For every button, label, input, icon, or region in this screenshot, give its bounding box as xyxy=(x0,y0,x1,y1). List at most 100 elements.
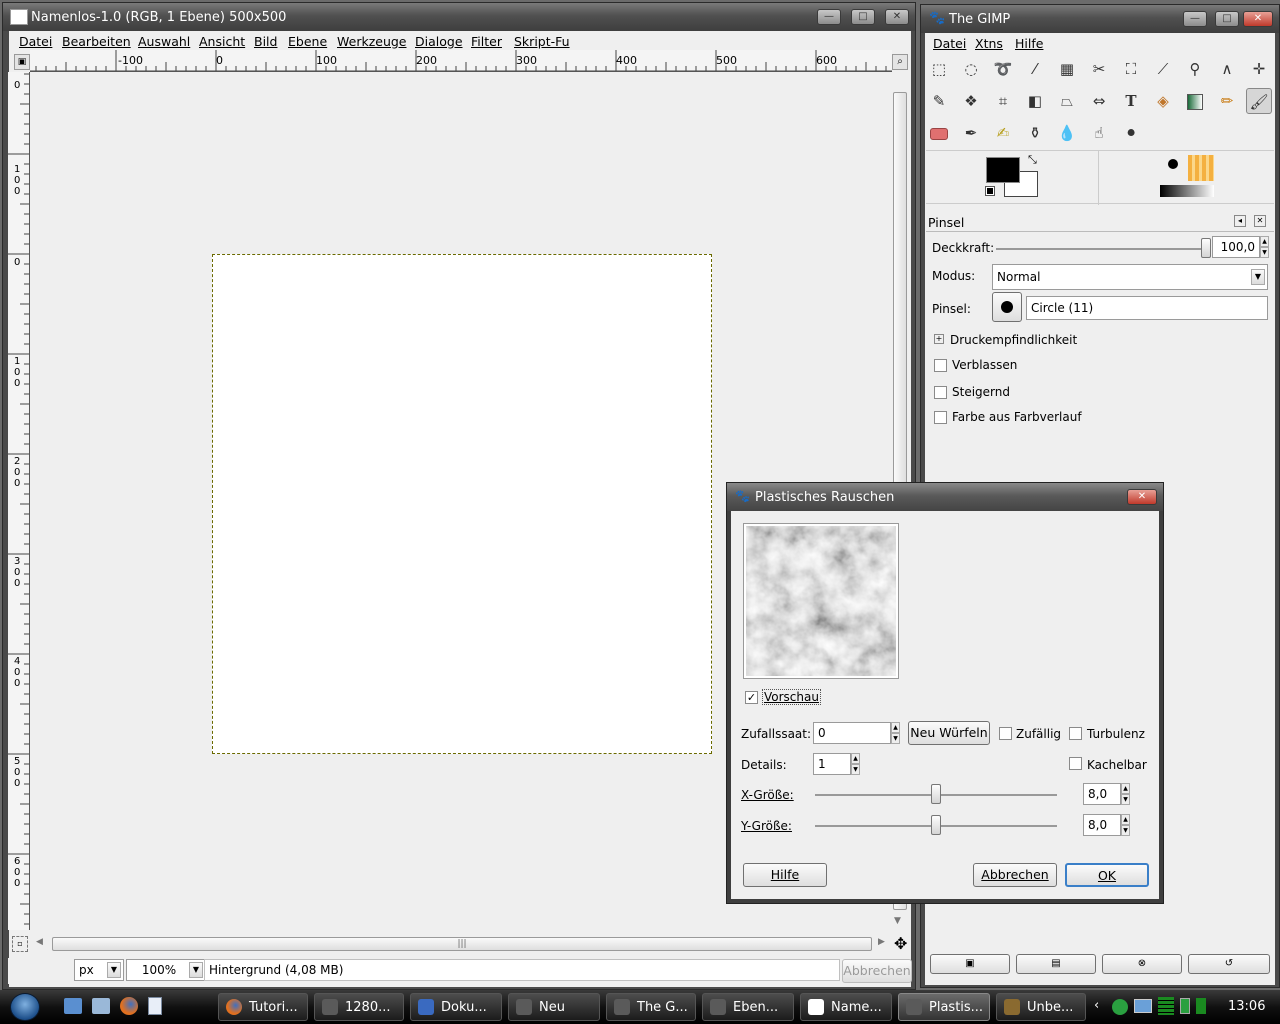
help-button[interactable]: Hilfe xyxy=(743,863,827,887)
maximize-button[interactable]: □ xyxy=(851,9,875,25)
bucket-fill-icon[interactable]: ◈ xyxy=(1150,88,1176,114)
minimize-button[interactable]: — xyxy=(817,9,841,25)
task-button[interactable]: Neu xyxy=(508,993,600,1021)
rect-select-icon[interactable]: ⬚ xyxy=(926,56,952,82)
horizontal-scrollbar[interactable]: ◀ ||| ▶ xyxy=(36,934,890,954)
tray-volume-icon[interactable] xyxy=(1196,998,1206,1014)
gradient-color-checkbox[interactable] xyxy=(934,411,947,424)
scroll-right-icon[interactable]: ▶ xyxy=(878,937,885,947)
task-button[interactable]: Name... xyxy=(800,993,892,1021)
save-options-button[interactable]: ▣ xyxy=(930,954,1010,974)
default-colors-icon[interactable] xyxy=(985,186,995,196)
mode-select[interactable]: Normal ▼ xyxy=(992,264,1268,290)
panel-menu-icon[interactable]: ◂ xyxy=(1234,215,1246,227)
dodge-burn-icon[interactable]: ⚫ xyxy=(1118,120,1144,146)
task-button[interactable]: Doku... xyxy=(410,993,502,1021)
tray-network-icon[interactable] xyxy=(1112,999,1128,1015)
menu-hilfe[interactable]: Hilfe xyxy=(1015,36,1043,51)
opacity-slider-track[interactable] xyxy=(996,248,1206,250)
ok-button[interactable]: OK xyxy=(1065,863,1149,887)
image-window-titlebar[interactable]: Namenlos-1.0 (RGB, 1 Ebene) 500x500 — □ … xyxy=(3,3,915,31)
reset-options-button[interactable]: ↺ xyxy=(1188,954,1270,974)
xsize-spinner[interactable]: ▲ ▼ xyxy=(1121,783,1130,805)
task-button-active[interactable]: Plastis... xyxy=(898,993,990,1021)
tray-meter-icon[interactable] xyxy=(1158,997,1174,1015)
foreground-color-swatch[interactable] xyxy=(986,157,1020,183)
ysize-input[interactable]: 8,0 xyxy=(1083,814,1121,836)
align-icon[interactable]: ❖ xyxy=(958,88,984,114)
select-by-color-icon[interactable]: ▦ xyxy=(1054,56,1080,82)
crop-icon[interactable]: ⌗ xyxy=(990,88,1016,114)
menu-ansicht[interactable]: Ansicht xyxy=(199,34,245,49)
brush-name-field[interactable]: Circle (11) xyxy=(1026,296,1268,320)
vertical-ruler[interactable]: 0 100 0 100 200 300 400 500 600 xyxy=(8,72,30,930)
panel-close-icon[interactable]: ✕ xyxy=(1254,215,1266,227)
opacity-spinner[interactable]: ▲ ▼ xyxy=(1260,236,1269,258)
minimize-button[interactable]: — xyxy=(1183,11,1207,27)
free-select-icon[interactable]: ➰ xyxy=(990,56,1016,82)
reroll-button[interactable]: Neu Würfeln xyxy=(908,721,990,745)
close-button[interactable]: ✕ xyxy=(1127,489,1157,505)
tileable-checkbox[interactable] xyxy=(1069,757,1082,770)
xsize-input[interactable]: 8,0 xyxy=(1083,783,1121,805)
paths-icon[interactable]: ✎ xyxy=(926,88,952,114)
ysize-spinner[interactable]: ▲ ▼ xyxy=(1121,814,1130,836)
opacity-slider-knob[interactable] xyxy=(1201,238,1211,258)
ysize-slider-knob[interactable] xyxy=(931,815,941,835)
details-spinner[interactable]: ▲ ▼ xyxy=(851,753,860,775)
pressure-expander[interactable]: Druckempfindlichkeit xyxy=(950,333,1077,347)
text-icon[interactable]: T xyxy=(1118,88,1144,114)
tray-monitor-icon[interactable] xyxy=(1134,999,1152,1013)
magnify-icon[interactable]: ⚲ xyxy=(1182,56,1208,82)
restore-options-button[interactable]: ▤ xyxy=(1016,954,1096,974)
expander-icon[interactable]: + xyxy=(934,334,944,344)
menu-datei[interactable]: Datei xyxy=(19,34,52,49)
perspective-icon[interactable]: ⏢ xyxy=(1054,88,1080,114)
task-button[interactable]: The G... xyxy=(606,993,696,1021)
foreground-select-icon[interactable]: ⛶ xyxy=(1118,56,1144,82)
eraser-icon[interactable] xyxy=(926,120,952,146)
menu-xtns[interactable]: Xtns xyxy=(975,36,1003,51)
ink-icon[interactable]: ✍ xyxy=(990,120,1016,146)
quick-mask-icon[interactable]: ▫ xyxy=(12,936,28,952)
pencil-icon[interactable]: ✏ xyxy=(1214,88,1240,114)
navigate-icon[interactable]: ⌕ xyxy=(892,54,908,70)
turbulence-checkbox[interactable] xyxy=(1069,727,1082,740)
status-cancel-button[interactable]: Abbrechen xyxy=(842,959,912,983)
gradient-preview[interactable] xyxy=(1160,185,1214,197)
seed-input[interactable]: 0 xyxy=(813,722,891,744)
quicklaunch-desktop-icon[interactable] xyxy=(92,998,110,1014)
horizontal-ruler[interactable]: -100 0 100 200 300 400 500 600 xyxy=(30,50,892,72)
random-checkbox[interactable] xyxy=(999,727,1012,740)
quicklaunch-document-icon[interactable] xyxy=(148,997,162,1015)
brush-select-button[interactable] xyxy=(992,292,1022,322)
task-button[interactable]: 1280... xyxy=(314,993,404,1021)
tray-battery-icon[interactable] xyxy=(1180,998,1190,1014)
pattern-preview[interactable] xyxy=(1188,155,1214,181)
start-button[interactable] xyxy=(10,993,40,1021)
measure-icon[interactable]: ∧ xyxy=(1214,56,1240,82)
move-icon[interactable]: ✛ xyxy=(1246,56,1272,82)
dialog-titlebar[interactable]: 🐾 Plastisches Rauschen ✕ xyxy=(727,483,1163,511)
task-button[interactable]: Tutori... xyxy=(218,993,308,1021)
task-button[interactable]: Eben... xyxy=(702,993,794,1021)
color-picker-icon[interactable]: ⟋ xyxy=(1150,56,1176,82)
ruler-corner-button[interactable]: ▣ xyxy=(14,54,30,70)
airbrush-icon[interactable]: ✒ xyxy=(958,120,984,146)
ellipse-select-icon[interactable]: ◌ xyxy=(958,56,984,82)
preview-checkbox[interactable]: ✓ xyxy=(745,691,758,704)
close-button[interactable]: ✕ xyxy=(1243,11,1273,27)
maximize-button[interactable]: □ xyxy=(1215,11,1239,27)
tray-expand-icon[interactable]: ‹ xyxy=(1094,998,1099,1013)
quicklaunch-explorer-icon[interactable] xyxy=(64,998,82,1014)
cancel-button[interactable]: Abbrechen xyxy=(973,863,1057,887)
quicklaunch-firefox-icon[interactable] xyxy=(120,997,138,1015)
incremental-checkbox[interactable] xyxy=(934,386,947,399)
smudge-icon[interactable]: ☝ xyxy=(1086,120,1112,146)
brush-preview-icon[interactable] xyxy=(1168,159,1178,169)
menu-ebene[interactable]: Ebene xyxy=(288,34,327,49)
clone-icon[interactable]: ⚱ xyxy=(1022,120,1048,146)
paintbrush-icon[interactable]: 🖌 xyxy=(1246,88,1272,114)
fuzzy-select-icon[interactable]: ⁄ xyxy=(1022,56,1048,82)
navigate-move-icon[interactable]: ✥ xyxy=(894,934,907,953)
